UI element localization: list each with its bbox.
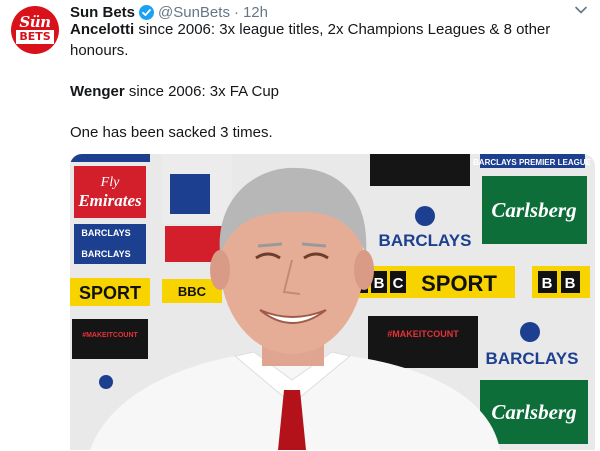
- separator: ·: [233, 3, 239, 21]
- board-barclays-small: BARCLAYS: [81, 228, 130, 238]
- board-barclays-small-2: BARCLAYS: [81, 249, 130, 259]
- board-makeitcount: #MAKEITCOUNT: [387, 329, 459, 339]
- tweet-line-ancelotti: Ancelotti since 2006: 3x league titles, …: [70, 19, 575, 61]
- timestamp[interactable]: 12h: [243, 4, 268, 21]
- svg-text:B: B: [542, 275, 553, 292]
- board-barclays-center: BARCLAYS: [379, 231, 472, 250]
- board-carlsberg-top: Carlsberg: [491, 198, 576, 222]
- line-text: since 2006: 3x league titles, 2x Champio…: [70, 21, 551, 59]
- user-handle[interactable]: @SunBets: [158, 4, 230, 21]
- board-sport-left: SPORT: [79, 283, 141, 303]
- bold-name: Wenger: [70, 83, 125, 100]
- board-bbc-sport: SPORT: [421, 271, 497, 296]
- avatar[interactable]: Sün BETS: [11, 6, 59, 54]
- tweet-photo[interactable]: Fly Emirates BARCLAYS BARCLAYS SPORT #MA…: [70, 154, 595, 450]
- tweet-line-wenger: Wenger since 2006: 3x FA Cup: [70, 81, 575, 102]
- tweet-line-sacked: One has been sacked 3 times.: [70, 124, 273, 141]
- barclays-eagle-icon: [99, 375, 113, 389]
- verified-icon: [139, 4, 155, 20]
- barclays-eagle-icon: [415, 206, 435, 226]
- board-bbc-left: BBC: [178, 284, 207, 299]
- svg-text:B: B: [374, 275, 385, 292]
- board-makeitcount-left: #MAKEITCOUNT: [82, 332, 138, 339]
- bold-name: Ancelotti: [70, 21, 135, 38]
- avatar-logo-bottom: BETS: [16, 30, 54, 44]
- board-barclays-right: BARCLAYS: [486, 349, 579, 368]
- avatar-logo-top: Sün: [19, 13, 51, 31]
- tweet-text: Ancelotti since 2006: 3x league titles, …: [70, 19, 575, 143]
- board-carlsberg-bottom: Carlsberg: [491, 400, 576, 424]
- chevron-down-icon[interactable]: [573, 2, 589, 18]
- board-emirates-2: Emirates: [77, 191, 142, 210]
- barclays-eagle-icon: [520, 322, 540, 342]
- board-premier: BARCLAYS PREMIER LEAGUE: [473, 158, 592, 167]
- svg-text:B: B: [565, 275, 576, 292]
- line-text: since 2006: 3x FA Cup: [124, 83, 279, 100]
- svg-text:C: C: [393, 275, 404, 292]
- display-name[interactable]: Sun Bets: [70, 4, 135, 21]
- board-emirates: Fly: [100, 175, 120, 190]
- interview-photo-illustration: Fly Emirates BARCLAYS BARCLAYS SPORT #MA…: [70, 154, 595, 450]
